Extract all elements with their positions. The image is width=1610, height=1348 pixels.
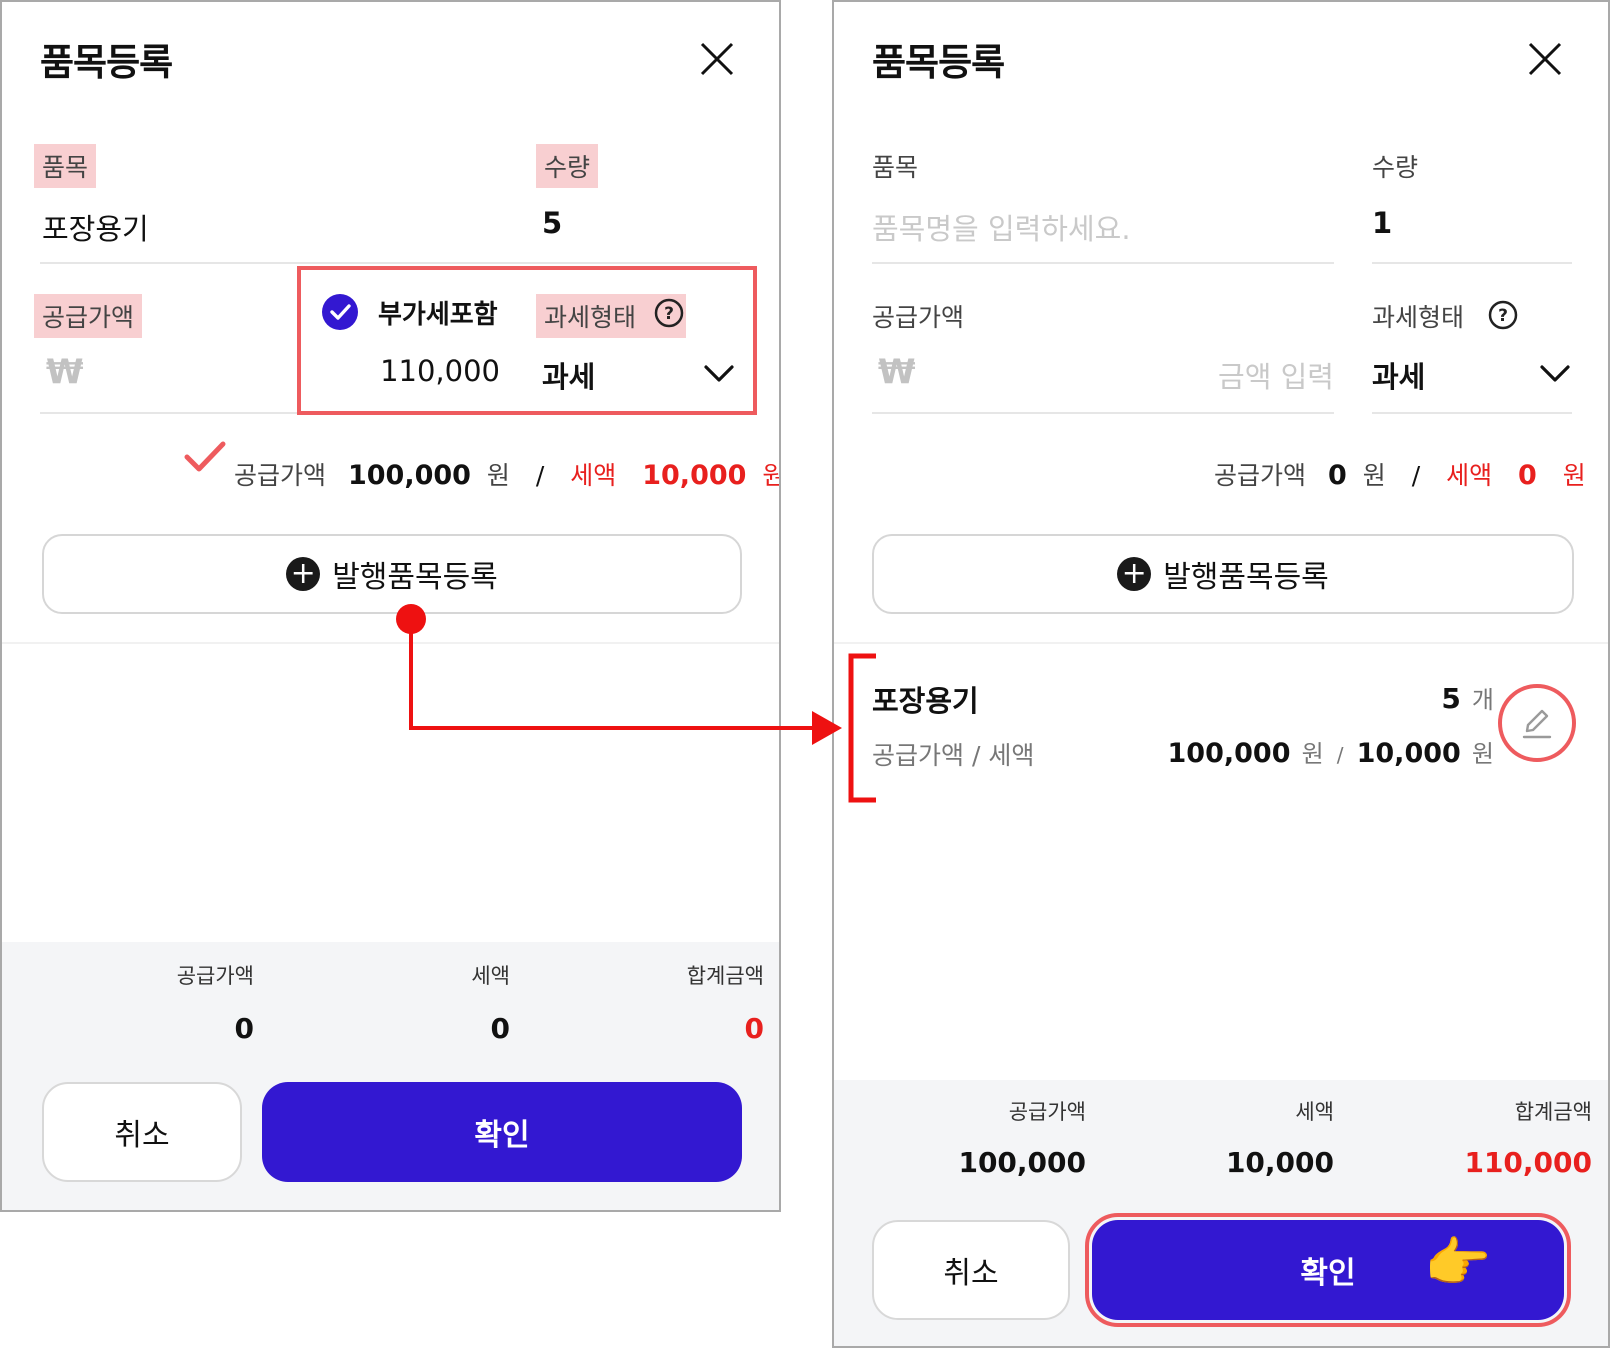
registered-item-qty-unit: 개: [1471, 686, 1494, 714]
calc-supply-unit: 원: [1362, 461, 1386, 490]
qty-input[interactable]: 1: [1372, 206, 1392, 240]
qty-label: 수량: [536, 144, 599, 188]
chevron-down-icon[interactable]: [1540, 364, 1570, 384]
calc-supply-value: 0: [1327, 460, 1347, 491]
footer-total-value: 0: [744, 1012, 764, 1045]
tax-type-label: 과세형태: [1372, 303, 1465, 332]
cancel-button[interactable]: 취소: [872, 1220, 1070, 1320]
summary-footer: 공급가액 세액 합계금액 0 0 0 취소 확인: [2, 942, 779, 1210]
footer-tax-label: 세액: [471, 964, 510, 988]
calc-summary: 공급가액 0 원 / 세액 0 원: [1214, 456, 1586, 492]
footer-supply-value: 0: [234, 1012, 254, 1045]
registered-item-separator: /: [1336, 743, 1344, 767]
add-item-button[interactable]: + 발행품목등록: [42, 534, 742, 614]
footer-tax-value: 0: [490, 1012, 510, 1045]
amount-input[interactable]: 금액 입력: [1084, 354, 1334, 396]
footer-supply-label: 공급가액: [176, 964, 254, 988]
divider: [872, 412, 1334, 414]
registered-item-supply: 100,000: [1167, 738, 1291, 769]
tax-type-select[interactable]: 과세: [1372, 354, 1425, 396]
registered-item-qty-value: 5: [1441, 682, 1461, 715]
dialog-title: 품목등록: [872, 41, 1005, 84]
calc-supply-label: 공급가액: [1214, 461, 1307, 490]
plus-circle-icon: +: [286, 557, 321, 591]
registered-item-supply-unit: 원: [1301, 740, 1324, 768]
footer-supply-value: 100,000: [958, 1146, 1086, 1179]
item-input[interactable]: 포장용기: [42, 206, 149, 248]
calc-tax-value: 10,000: [642, 460, 747, 491]
divider: [1372, 262, 1572, 264]
calc-tax-label: 세액: [1446, 461, 1493, 490]
registered-item-qty: 5 개: [1354, 680, 1494, 715]
calc-summary: 공급가액 100,000 원 / 세액 10,000 원: [234, 456, 779, 492]
qty-input[interactable]: 5: [542, 206, 562, 240]
calc-separator: /: [1411, 461, 1421, 490]
left-dialog: 품목등록 품목 포장용기 수량 5 공급가액 ₩ 부가세포함 110,000 과…: [0, 0, 781, 1212]
registered-item-name: 포장용기: [872, 684, 979, 718]
calc-supply-value: 100,000: [347, 460, 471, 491]
registered-item-tax: 10,000: [1356, 738, 1461, 769]
confirm-button[interactable]: 확인: [1085, 1213, 1571, 1327]
divider: [834, 642, 1608, 644]
svg-text:?: ?: [1498, 306, 1508, 326]
summary-footer: 공급가액 세액 합계금액 100,000 10,000 110,000 취소 확…: [834, 1080, 1608, 1346]
dialog-title: 품목등록: [40, 41, 173, 84]
calc-supply-unit: 원: [486, 461, 510, 490]
divider: [40, 262, 740, 264]
item-label: 품목: [872, 153, 919, 182]
add-item-label: 발행품목등록: [1163, 560, 1329, 595]
footer-supply-label: 공급가액: [1008, 1100, 1086, 1124]
right-dialog: 품목등록 품목 품목명을 입력하세요. 수량 1 공급가액 ₩ 금액 입력 과세…: [832, 0, 1610, 1348]
divider: [2, 642, 779, 644]
footer-tax-label: 세액: [1295, 1100, 1334, 1124]
won-icon: ₩: [878, 352, 916, 392]
qty-label: 수량: [1372, 153, 1419, 182]
divider: [872, 262, 1334, 264]
footer-total-label: 합계금액: [1514, 1100, 1592, 1124]
supply-label: 공급가액: [34, 294, 143, 338]
pointing-hand-icon: 👉: [1424, 1231, 1492, 1294]
item-label: 품목: [34, 144, 97, 188]
close-icon[interactable]: [1528, 42, 1562, 76]
footer-tax-value: 10,000: [1225, 1146, 1334, 1179]
calc-tax-unit: 원: [1562, 461, 1586, 490]
item-input[interactable]: 품목명을 입력하세요.: [872, 206, 1131, 248]
supply-label: 공급가액: [872, 303, 965, 332]
plus-circle-icon: +: [1117, 557, 1152, 591]
calc-tax-unit: 원: [762, 461, 779, 490]
calc-separator: /: [535, 461, 545, 490]
annotation-highlight-box: [297, 266, 757, 415]
cancel-button[interactable]: 취소: [42, 1082, 242, 1182]
calc-supply-label: 공급가액: [234, 461, 327, 490]
help-icon[interactable]: ?: [1488, 300, 1518, 330]
add-item-label: 발행품목등록: [332, 560, 498, 595]
confirm-button[interactable]: 확인: [262, 1082, 742, 1182]
edit-icon[interactable]: [1518, 704, 1556, 742]
registered-item-sub-label: 공급가액 / 세액: [872, 741, 1035, 770]
divider: [1372, 412, 1572, 414]
footer-total-label: 합계금액: [686, 964, 764, 988]
registered-item-amounts: 100,000 원 / 10,000 원: [1164, 734, 1495, 769]
registered-item-tax-unit: 원: [1471, 740, 1494, 768]
add-item-button[interactable]: + 발행품목등록: [872, 534, 1574, 614]
calc-tax-value: 0: [1518, 460, 1537, 491]
won-icon: ₩: [46, 352, 84, 392]
check-mark-icon: [184, 441, 226, 472]
close-icon[interactable]: [700, 42, 734, 76]
calc-tax-label: 세액: [570, 461, 617, 490]
footer-total-value: 110,000: [1464, 1146, 1592, 1179]
